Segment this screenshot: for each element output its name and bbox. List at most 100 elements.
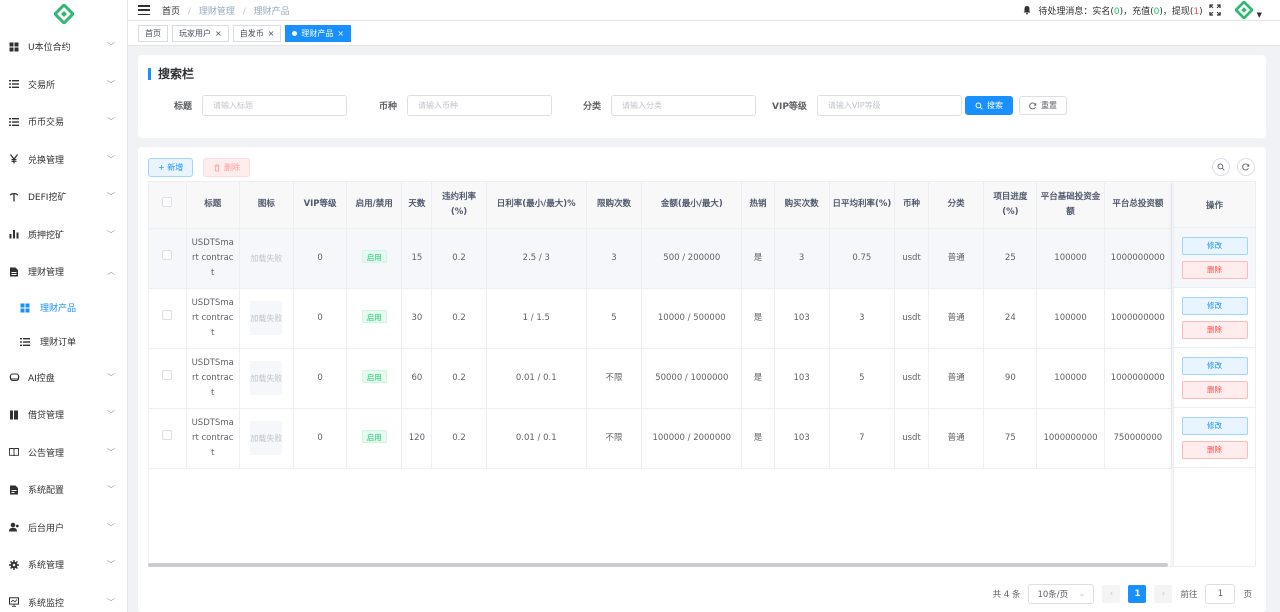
cell-buys: 103 [774, 288, 830, 349]
table-card: + 新增 删除 标题 图标 VIP等级 启用/禁用 天数 违约利率(%) 日利率… [138, 147, 1266, 612]
cell-status: 启用 [346, 408, 403, 469]
delete-button[interactable]: 删除 [1181, 440, 1248, 459]
edit-button[interactable]: 修改 [1181, 296, 1248, 315]
sidebar-item[interactable]: 后台用户 ﹀ [0, 509, 127, 547]
table-row[interactable]: USDTSmart contract 加载失败 0 启用 120 0.2 0.01 / 0.… [149, 408, 1173, 469]
sidebar-item[interactable]: 质押挖矿 ﹀ [0, 216, 127, 254]
close-icon[interactable]: × [337, 29, 344, 38]
select-all-cell[interactable] [149, 182, 187, 229]
sidebar-item-label: 理财管理 [28, 268, 65, 279]
row-select-cell[interactable] [149, 408, 187, 469]
row-checkbox[interactable] [162, 250, 173, 260]
sidebar-item[interactable]: 兑换管理 ﹀ [0, 141, 127, 179]
cell-amount: 500 / 200000 [641, 228, 743, 289]
cell-icon: 加载失败 [239, 228, 294, 289]
toggle-search-button[interactable] [1212, 158, 1230, 176]
chevron-down-icon: ﹀ [107, 597, 115, 607]
close-icon[interactable]: × [215, 29, 222, 38]
prev-page-button[interactable]: ‹ [1102, 585, 1121, 603]
logo[interactable] [0, 0, 127, 28]
sidebar-item[interactable]: 系统管理 ﹀ [0, 546, 127, 584]
sidebar-item[interactable]: 交易所 ﹀ [0, 66, 127, 104]
sidebar-item[interactable]: 公告管理 ﹀ [0, 434, 127, 472]
sidebar-item-label: 借贷管理 [28, 411, 65, 422]
sidebar-item[interactable]: 币币交易 ﹀ [0, 103, 127, 141]
reset-button[interactable]: 重置 [1019, 96, 1067, 115]
table-row[interactable]: USDTSmart contract 加载失败 0 启用 15 0.2 2.5 / 3 3 50… [149, 228, 1173, 289]
cell-days: 15 [401, 228, 433, 289]
row-checkbox[interactable] [162, 430, 173, 440]
next-page-button[interactable]: › [1154, 585, 1173, 603]
page-number-button[interactable]: 1 [1128, 585, 1147, 603]
chevron-down-icon: ﹀ [107, 485, 115, 495]
cell-daily_rate: 0.01 / 0.1 [486, 348, 587, 409]
row-checkbox[interactable] [162, 310, 173, 320]
col-header: 平台总投资额 [1104, 182, 1173, 229]
cell-vip: 0 [293, 288, 348, 349]
coin-input[interactable]: 请输入币种 [407, 95, 553, 116]
table-row[interactable]: USDTSmart contract 加载失败 0 启用 60 0.2 0.01 / 0.1… [149, 348, 1173, 409]
edit-button[interactable]: 修改 [1181, 416, 1248, 435]
edit-button[interactable]: 修改 [1181, 356, 1248, 375]
title-input[interactable]: 请输入标题 [202, 95, 348, 116]
tag-tab[interactable]: 理财产品 × [285, 24, 352, 42]
sidebar-item[interactable]: 借贷管理 ﹀ [0, 396, 127, 434]
vip-input[interactable]: 请输入VIP等级 [816, 95, 962, 116]
page-unit: 页 [1243, 590, 1252, 600]
select-all-checkbox[interactable] [162, 196, 173, 207]
sidebar-item[interactable]: 系统配置 ﹀ [0, 471, 127, 509]
sidebar-item[interactable]: AI控盘 ﹀ [0, 359, 127, 397]
sidebar-subitem[interactable]: 理财产品 [0, 291, 127, 325]
cell-days: 60 [401, 348, 433, 409]
tag-tab[interactable]: 玩家用户 × [172, 24, 229, 42]
search-button[interactable]: 搜索 [965, 96, 1013, 115]
status-badge: 启用 [361, 370, 387, 383]
breadcrumb-finance[interactable]: 理财管理 [199, 7, 235, 17]
row-checkbox[interactable] [162, 370, 173, 380]
hamburger-icon[interactable] [138, 5, 150, 15]
breadcrumb-home[interactable]: 首页 [162, 7, 180, 17]
category-input[interactable]: 请输入分类 [611, 95, 757, 116]
goto-page-input[interactable]: 1 [1205, 584, 1236, 604]
search-icon [1217, 163, 1225, 171]
caret-down-icon[interactable]: ▼ [1257, 11, 1262, 19]
row-select-cell[interactable] [149, 288, 187, 349]
delete-button[interactable]: 删除 [1181, 320, 1248, 339]
sidebar-item[interactable]: U本位合约 ﹀ [0, 28, 127, 66]
yen-icon [8, 153, 20, 165]
cell-daily_rate: 1 / 1.5 [486, 288, 587, 349]
sidebar-subitem[interactable]: 理财订单 [0, 325, 127, 359]
row-select-cell[interactable] [149, 228, 187, 289]
robot-icon [8, 371, 20, 383]
avatar[interactable] [1234, 1, 1253, 19]
bell-icon[interactable] [1022, 5, 1032, 15]
pending-messages[interactable]: 待处理消息：实名(0)，充值(0)，提现(1) [1038, 4, 1202, 17]
finance-icon [8, 266, 20, 278]
add-button[interactable]: + 新增 [148, 158, 194, 177]
chevron-down-icon: ﹀ [107, 229, 115, 239]
cell-coin: usdt [894, 288, 930, 349]
edit-button[interactable]: 修改 [1181, 236, 1248, 255]
fullscreen-icon[interactable] [1208, 4, 1221, 16]
cell-icon: 加载失败 [239, 408, 294, 469]
col-header: 平台基础投资金额 [1036, 182, 1105, 229]
refresh-button[interactable] [1237, 158, 1255, 176]
horizontal-scrollbar[interactable] [148, 563, 1168, 567]
tag-tab[interactable]: 自发币 × [232, 24, 282, 42]
sidebar-item[interactable]: 系统监控 ﹀ [0, 584, 127, 612]
delete-button[interactable]: 删除 [1181, 380, 1248, 399]
cell-base_invest: 1000000000 [1036, 408, 1105, 469]
cell-status: 启用 [346, 228, 403, 289]
close-icon[interactable]: × [268, 29, 275, 38]
cell-penalty: 0.2 [431, 348, 487, 409]
doc-icon [8, 484, 20, 496]
bulk-delete-button[interactable]: 删除 [203, 158, 250, 177]
delete-button[interactable]: 删除 [1181, 260, 1248, 279]
tag-tab[interactable]: 首页 [138, 24, 168, 42]
sidebar-item[interactable]: DEFI挖矿 ﹀ [0, 178, 127, 216]
row-select-cell[interactable] [149, 348, 187, 409]
cell-category: 普通 [928, 348, 985, 409]
page-size-select[interactable]: 10条/页 ⌄ [1028, 584, 1095, 604]
sidebar-item[interactable]: 理财管理 ︿ [0, 253, 127, 291]
table-row[interactable]: USDTSmart contract 加载失败 0 启用 30 0.2 1 / 1.5 5 10… [149, 288, 1173, 349]
